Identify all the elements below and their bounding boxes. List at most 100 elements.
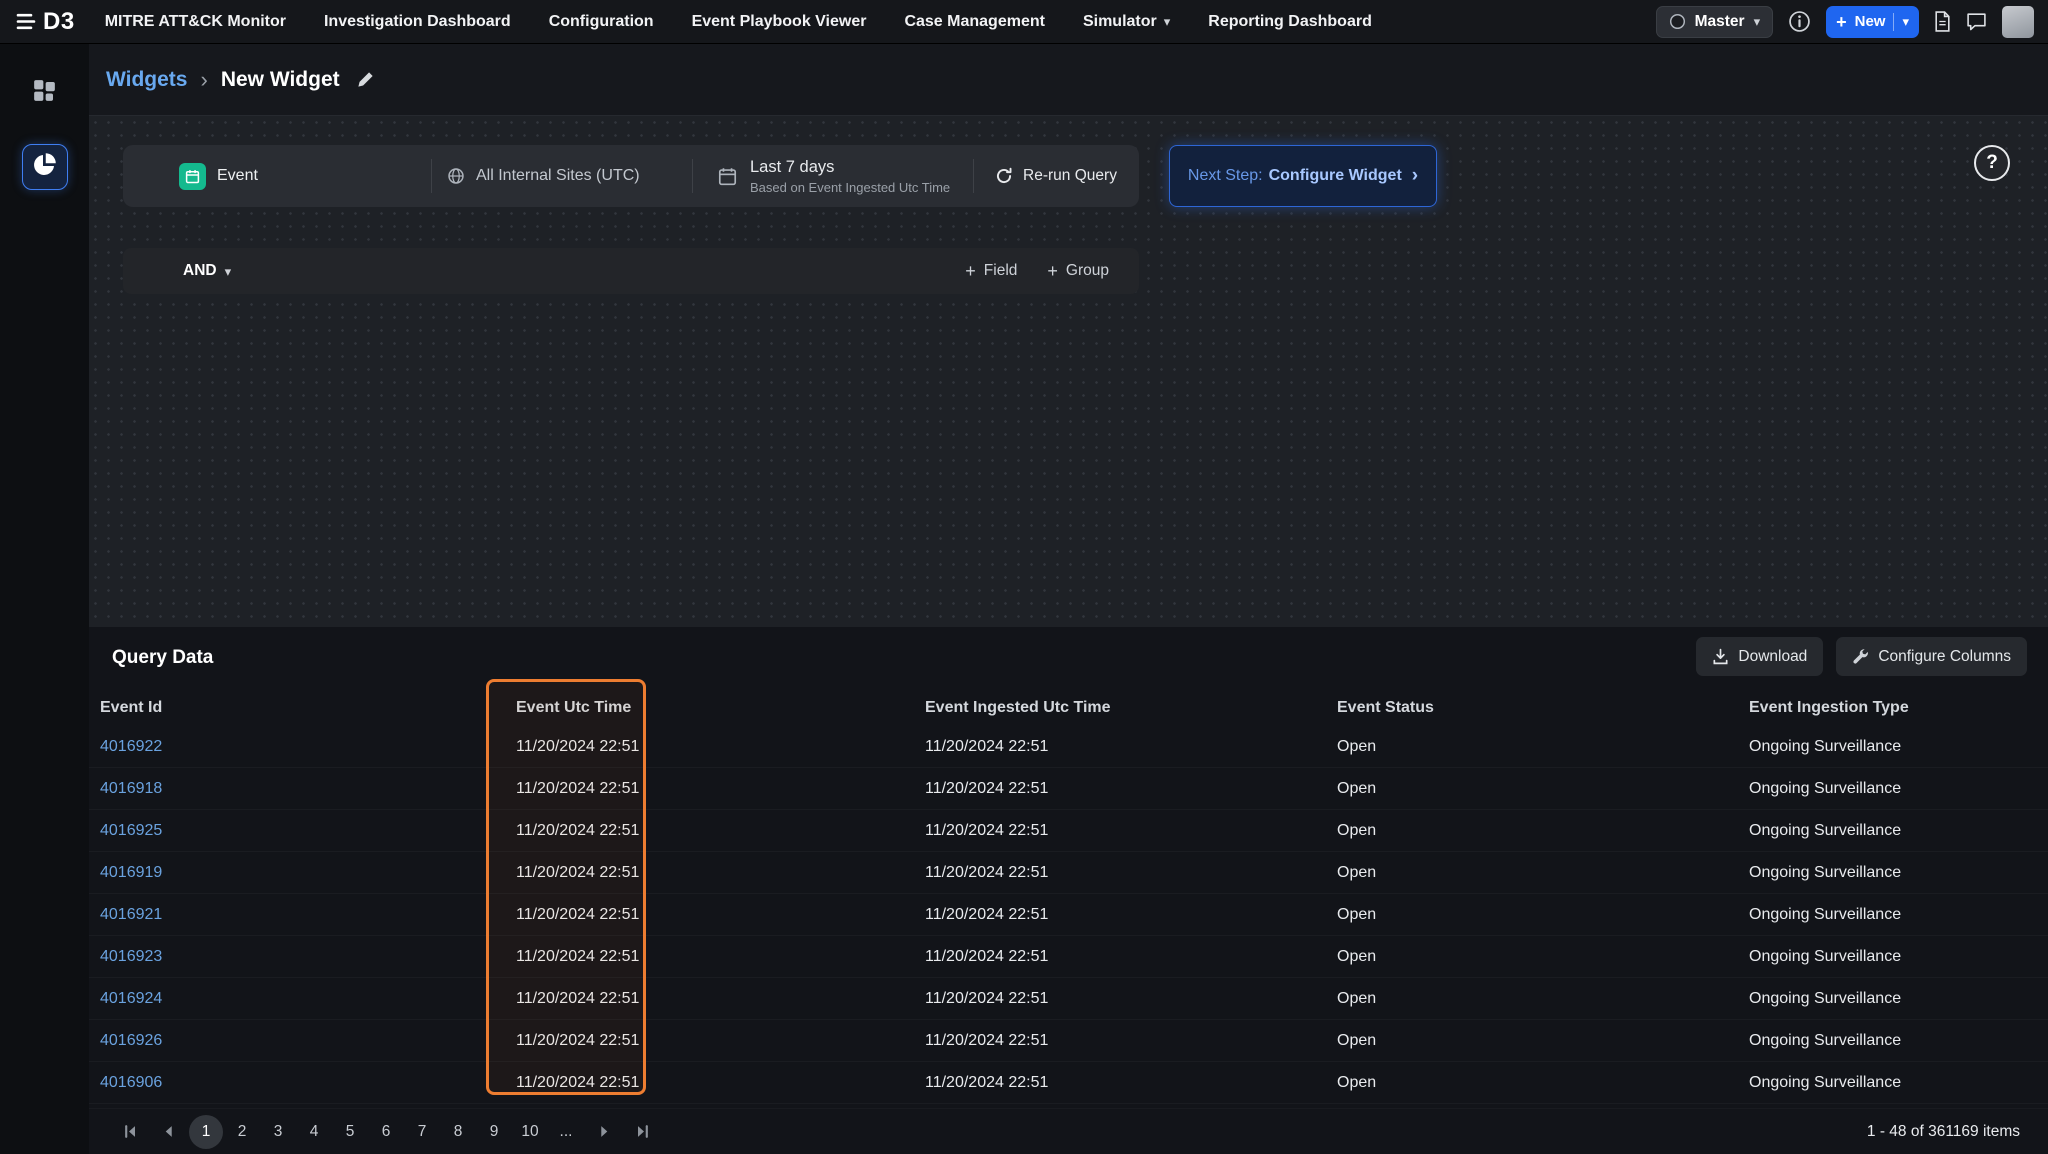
- topnav-item[interactable]: Reporting Dashboard: [1208, 13, 1372, 31]
- topnav-item[interactable]: Configuration: [549, 13, 654, 31]
- first-page-button[interactable]: [113, 1115, 147, 1149]
- chevron-down-icon: ▾: [1754, 15, 1761, 28]
- configure-columns-button[interactable]: Configure Columns: [1836, 637, 2027, 676]
- table-actions: Download Configure Columns: [1696, 637, 2027, 676]
- previous-page-button[interactable]: [151, 1115, 185, 1149]
- configure-columns-label: Configure Columns: [1878, 648, 2011, 666]
- event-status-cell: Open: [1337, 738, 1749, 756]
- table-row: 4016924 11/20/2024 22:51 11/20/2024 22:5…: [89, 978, 2048, 1020]
- master-globe-icon: [1669, 13, 1686, 30]
- topnav-items: MITRE ATT&CK Monitor Investigation Dashbo…: [105, 13, 1372, 31]
- topnav-item[interactable]: Investigation Dashboard: [324, 13, 511, 31]
- filter-operator-dropdown[interactable]: AND ▾: [183, 262, 231, 280]
- master-dropdown[interactable]: Master ▾: [1656, 6, 1774, 38]
- page-button-4[interactable]: 4: [297, 1115, 331, 1149]
- topnav-item-label: Configuration: [549, 13, 654, 31]
- rerun-query-button[interactable]: Re-run Query: [973, 145, 1139, 207]
- add-group-label: Group: [1066, 262, 1109, 280]
- page-button-8[interactable]: 8: [441, 1115, 475, 1149]
- table-row: 4016926 11/20/2024 22:51 11/20/2024 22:5…: [89, 1020, 2048, 1062]
- event-utc-time-cell: 11/20/2024 22:51: [516, 948, 925, 966]
- filter-group-row: AND ▾ + Field + Group: [123, 248, 1139, 294]
- globe-icon: [447, 167, 465, 185]
- add-field-button[interactable]: + Field: [965, 262, 1017, 280]
- page-ellipsis[interactable]: ...: [549, 1115, 583, 1149]
- topnav-item[interactable]: MITRE ATT&CK Monitor: [105, 13, 286, 31]
- event-ingested-utc-time-cell: 11/20/2024 22:51: [925, 1074, 1337, 1092]
- chevron-down-icon[interactable]: ▾: [1902, 15, 1909, 28]
- event-id-cell: 4016923: [100, 948, 516, 966]
- event-ingestion-type-cell: Ongoing Surveillance: [1749, 948, 2048, 966]
- event-utc-time-cell: 11/20/2024 22:51: [516, 822, 925, 840]
- event-status-cell: Open: [1337, 906, 1749, 924]
- next-page-button[interactable]: [587, 1115, 621, 1149]
- page-button-2[interactable]: 2: [225, 1115, 259, 1149]
- event-id-link[interactable]: 4016923: [100, 948, 162, 965]
- page-button-10[interactable]: 10: [513, 1115, 547, 1149]
- event-id-link[interactable]: 4016918: [100, 780, 162, 797]
- chat-icon[interactable]: [1966, 12, 1987, 31]
- sidebar-item-widgets[interactable]: [22, 144, 68, 190]
- page-button-5[interactable]: 5: [333, 1115, 367, 1149]
- table-row: 4016918 11/20/2024 22:51 11/20/2024 22:5…: [89, 768, 2048, 810]
- brand-text: D3: [43, 8, 75, 36]
- event-id-link[interactable]: 4016926: [100, 1032, 162, 1049]
- column-header-event-utc-time: Event Utc Time: [516, 699, 925, 717]
- page-button-6[interactable]: 6: [369, 1115, 403, 1149]
- event-utc-time-cell: 11/20/2024 22:51: [516, 738, 925, 756]
- query-sites[interactable]: All Internal Sites (UTC): [431, 145, 692, 207]
- pagination-summary: 1 - 48 of 361169 items: [1867, 1123, 2020, 1141]
- event-id-link[interactable]: 4016925: [100, 822, 162, 839]
- topnav-item-label: Simulator: [1083, 13, 1157, 31]
- sidebar-item-dashboards[interactable]: [22, 70, 68, 116]
- date-range-label: Last 7 days: [750, 158, 950, 177]
- topnav-item[interactable]: Event Playbook Viewer: [692, 13, 867, 31]
- table-row: 4016925 11/20/2024 22:51 11/20/2024 22:5…: [89, 810, 2048, 852]
- edit-icon[interactable]: [356, 70, 375, 89]
- avatar[interactable]: [2002, 6, 2034, 38]
- query-datasource[interactable]: Event: [123, 145, 431, 207]
- sidebar: [0, 44, 89, 1154]
- topnav-item-label: Reporting Dashboard: [1208, 13, 1372, 31]
- event-status-cell: Open: [1337, 990, 1749, 1008]
- table-header: Event Id Event Utc Time Event Ingested U…: [89, 690, 2048, 726]
- event-ingested-utc-time-cell: 11/20/2024 22:51: [925, 738, 1337, 756]
- table-row: 4016923 11/20/2024 22:51 11/20/2024 22:5…: [89, 936, 2048, 978]
- topnav-item[interactable]: Simulator▾: [1083, 13, 1170, 31]
- topnav-item-label: Event Playbook Viewer: [692, 13, 867, 31]
- help-button[interactable]: ?: [1974, 145, 2010, 181]
- topnav-item[interactable]: Case Management: [904, 13, 1045, 31]
- refresh-icon: [995, 167, 1013, 185]
- topnav-item-label: Case Management: [904, 13, 1045, 31]
- page-button-9[interactable]: 9: [477, 1115, 511, 1149]
- table-row: 4016906 11/20/2024 22:51 11/20/2024 22:5…: [89, 1062, 2048, 1104]
- last-page-button[interactable]: [625, 1115, 659, 1149]
- add-field-label: Field: [984, 262, 1018, 280]
- event-id-link[interactable]: 4016919: [100, 864, 162, 881]
- event-id-link[interactable]: 4016922: [100, 738, 162, 755]
- next-step-action: Configure Widget: [1269, 167, 1402, 185]
- sites-label: All Internal Sites (UTC): [476, 167, 640, 185]
- event-status-cell: Open: [1337, 1074, 1749, 1092]
- brand-logo[interactable]: D3: [16, 8, 75, 36]
- info-icon[interactable]: [1788, 10, 1811, 33]
- table-row: 4016922 11/20/2024 22:51 11/20/2024 22:5…: [89, 726, 2048, 768]
- event-ingested-utc-time-cell: 11/20/2024 22:51: [925, 906, 1337, 924]
- event-ingestion-type-cell: Ongoing Surveillance: [1749, 822, 2048, 840]
- table-row: 4016921 11/20/2024 22:51 11/20/2024 22:5…: [89, 894, 2048, 936]
- event-id-link[interactable]: 4016906: [100, 1074, 162, 1091]
- breadcrumb-widgets-link[interactable]: Widgets: [106, 68, 187, 92]
- document-icon[interactable]: [1934, 11, 1951, 32]
- event-id-link[interactable]: 4016921: [100, 906, 162, 923]
- new-button[interactable]: + New ▾: [1826, 6, 1919, 38]
- next-step-configure-widget-button[interactable]: Next Step: Configure Widget ›: [1169, 145, 1437, 207]
- event-id-link[interactable]: 4016924: [100, 990, 162, 1007]
- event-utc-time-cell: 11/20/2024 22:51: [516, 1074, 925, 1092]
- page-button-3[interactable]: 3: [261, 1115, 295, 1149]
- dashboard-grid-icon: [33, 79, 56, 107]
- add-group-button[interactable]: + Group: [1047, 262, 1109, 280]
- download-button[interactable]: Download: [1696, 637, 1823, 676]
- query-date-range[interactable]: Last 7 days Based on Event Ingested Utc …: [692, 145, 973, 207]
- page-button-1[interactable]: 1: [189, 1115, 223, 1149]
- page-button-7[interactable]: 7: [405, 1115, 439, 1149]
